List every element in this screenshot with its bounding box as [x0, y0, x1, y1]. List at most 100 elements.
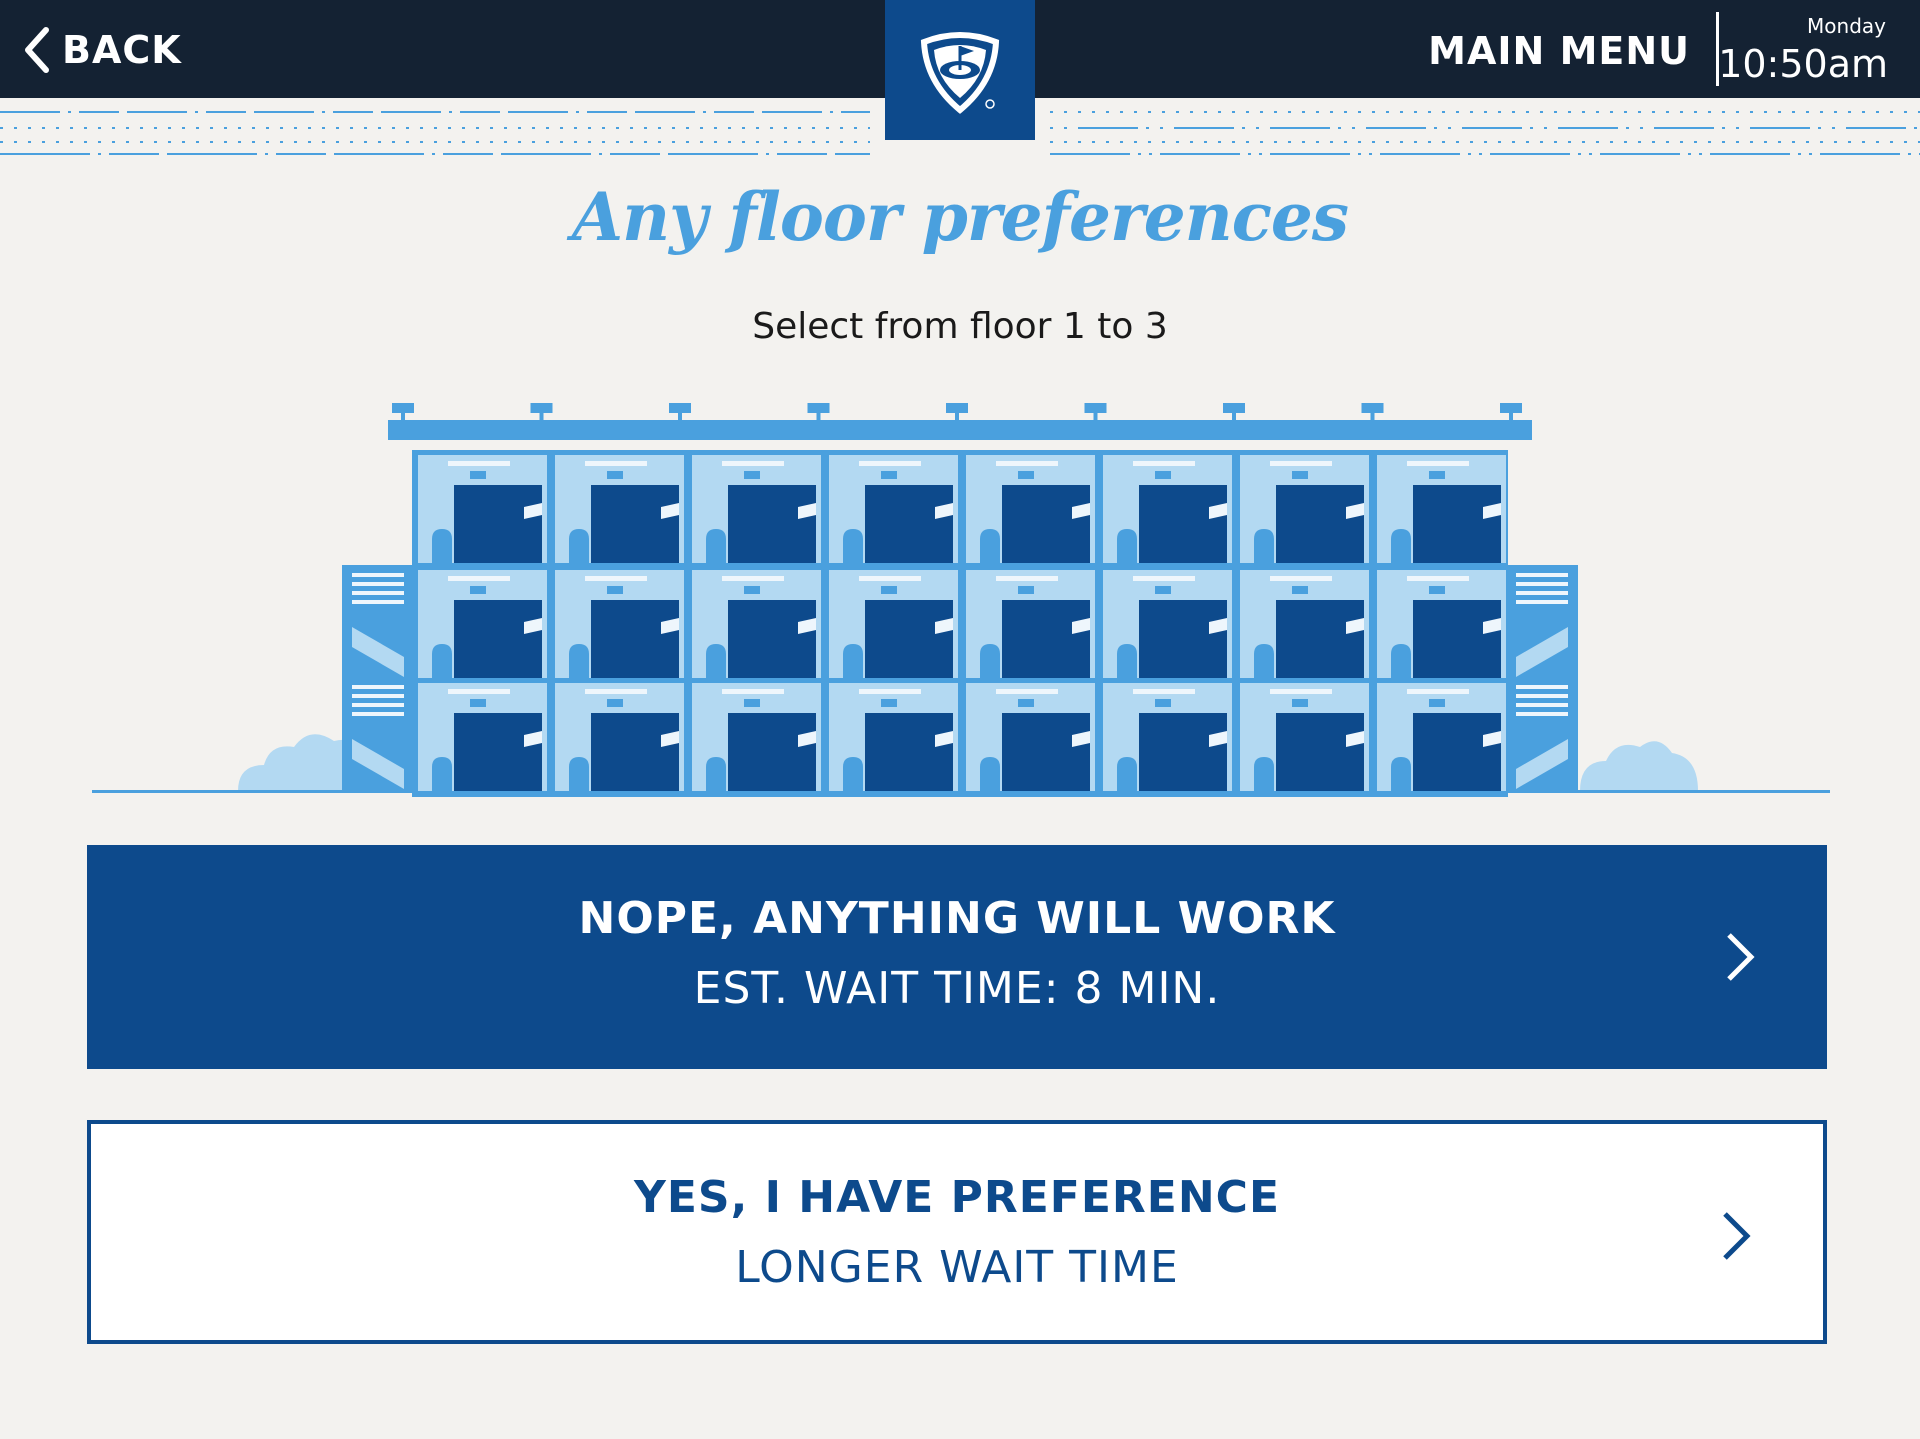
bay-screen: [470, 471, 486, 479]
has-preference-button[interactable]: YES, I HAVE PREFERENCE LONGER WAIT TIME: [87, 1120, 1827, 1344]
roof-light-post: [1509, 413, 1513, 421]
bay-screen: [744, 586, 760, 594]
bay-screen: [607, 699, 623, 707]
golfer-seat: [980, 757, 1000, 791]
bay-light: [1133, 689, 1195, 694]
golfer-seat: [706, 529, 726, 563]
roof-light: [1500, 403, 1522, 413]
golfer-seat: [1117, 644, 1137, 678]
golfer-seat: [980, 529, 1000, 563]
stair-rail: [352, 685, 404, 689]
golfer-seat: [1254, 757, 1274, 791]
bay-opening: [1276, 600, 1364, 678]
bay-opening: [1276, 713, 1364, 791]
bay-screen: [881, 586, 897, 594]
bay-screen: [1429, 471, 1445, 479]
chevron-right-icon: [1727, 933, 1755, 981]
stair-rail: [352, 694, 404, 698]
roof-light: [1361, 403, 1384, 413]
stair-rail: [1516, 685, 1568, 689]
bay-screen: [1292, 471, 1308, 479]
stair-rail: [1516, 591, 1568, 595]
golfer-seat: [432, 644, 452, 678]
bay-opening: [1002, 600, 1090, 678]
golfer-seat: [706, 757, 726, 791]
roof-light: [669, 403, 691, 413]
golfer-seat: [980, 644, 1000, 678]
page-subtitle: Select from floor 1 to 3: [752, 306, 1168, 347]
golfer-seat: [843, 757, 863, 791]
chevron-right-icon: [1723, 1212, 1751, 1260]
no-preference-button[interactable]: NOPE, ANYTHING WILL WORK EST. WAIT TIME:…: [87, 845, 1827, 1069]
floor-slab: [412, 563, 1508, 569]
stair-rail: [1516, 573, 1568, 577]
bay-screen: [1429, 699, 1445, 707]
bay-light: [1407, 461, 1469, 466]
bay-opening: [1139, 713, 1227, 791]
roof-light: [530, 403, 553, 413]
bay-light: [996, 576, 1058, 581]
bay-opening: [728, 485, 816, 563]
bay-opening: [865, 713, 953, 791]
bay-light: [722, 576, 784, 581]
bay-light: [1407, 576, 1469, 581]
golfer-seat: [1391, 644, 1411, 678]
bay-opening: [454, 713, 542, 791]
stair-rail: [1516, 600, 1568, 604]
bay-light: [448, 576, 510, 581]
bay-light: [1133, 461, 1195, 466]
roof-light: [1084, 403, 1107, 413]
bay-screen: [1018, 699, 1034, 707]
bay-light: [1270, 689, 1332, 694]
bay-opening: [1002, 713, 1090, 791]
time-label: 10:50am: [1718, 42, 1888, 86]
main-menu-button[interactable]: MAIN MENU: [1428, 26, 1690, 76]
bay-opening: [1139, 485, 1227, 563]
roof-light-post: [539, 413, 544, 421]
bay-opening: [728, 600, 816, 678]
stair-rail: [352, 573, 404, 577]
golfer-seat: [432, 529, 452, 563]
no-preference-title: NOPE, ANYTHING WILL WORK: [578, 893, 1336, 944]
bay-light: [1133, 576, 1195, 581]
bay-light: [585, 461, 647, 466]
roof-light-post: [1370, 413, 1375, 421]
roof-light-post: [678, 413, 682, 421]
bay-light: [722, 689, 784, 694]
bay-opening: [1413, 600, 1501, 678]
floor-slab: [412, 791, 1508, 797]
bay-light: [859, 576, 921, 581]
bay-screen: [470, 699, 486, 707]
bay-screen: [1155, 586, 1171, 594]
bay-light: [996, 461, 1058, 466]
golfer-seat: [843, 644, 863, 678]
has-preference-wait-time: LONGER WAIT TIME: [735, 1242, 1179, 1293]
bay-opening: [1276, 485, 1364, 563]
golfer-seat: [1391, 529, 1411, 563]
roof-light: [807, 403, 830, 413]
bay-light: [859, 689, 921, 694]
bay-screen: [607, 471, 623, 479]
stair-rail: [1516, 582, 1568, 586]
page-title: Any floor preferences: [571, 178, 1349, 256]
bay-screen: [1429, 586, 1445, 594]
stair-rail: [352, 600, 404, 604]
bay-screen: [1155, 471, 1171, 479]
roof-light: [392, 403, 414, 413]
bay-screen: [1292, 699, 1308, 707]
stair-rail: [352, 591, 404, 595]
bay-screen: [744, 699, 760, 707]
bay-opening: [865, 485, 953, 563]
bay-screen: [1292, 586, 1308, 594]
bay-light: [448, 689, 510, 694]
day-label: Monday: [1807, 14, 1886, 38]
roof-light-post: [1232, 413, 1236, 421]
no-preference-wait-time: EST. WAIT TIME: 8 MIN.: [693, 963, 1221, 1014]
back-button[interactable]: BACK: [20, 22, 182, 78]
roof-light-post: [955, 413, 959, 421]
golfer-seat: [1254, 529, 1274, 563]
golfer-seat: [569, 529, 589, 563]
stair-rail: [1516, 694, 1568, 698]
golfer-seat: [569, 644, 589, 678]
roof-light-post: [1093, 413, 1098, 421]
